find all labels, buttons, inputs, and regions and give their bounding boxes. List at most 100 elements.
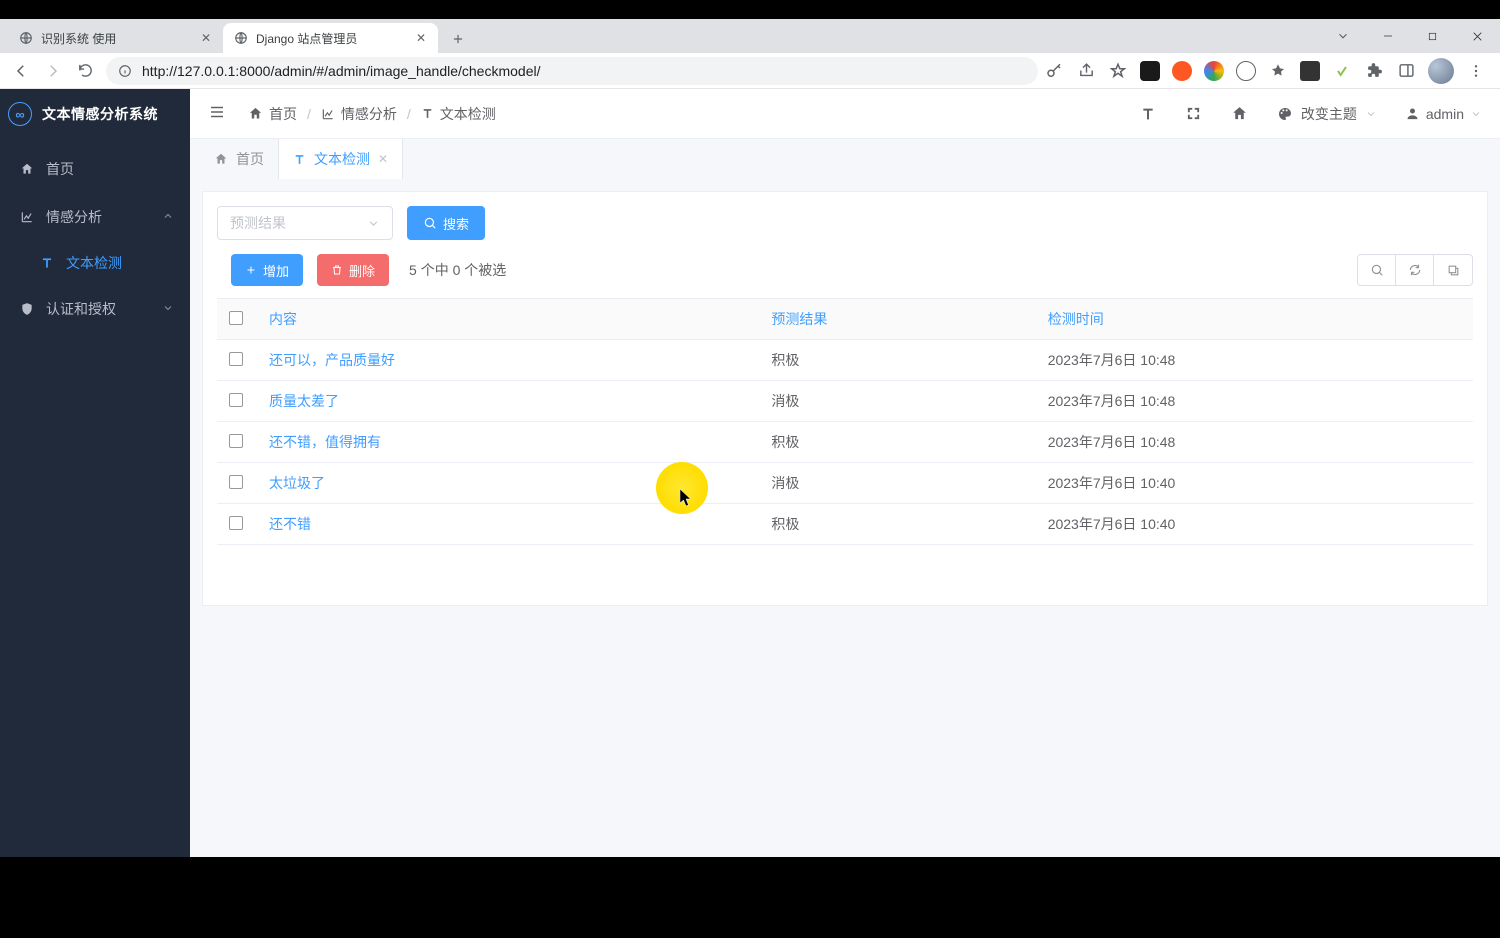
tab-search-button[interactable] xyxy=(1320,29,1365,43)
browser-tab-bar: 识别系统 使用 ✕ Django 站点管理员 ✕ xyxy=(0,19,1500,53)
chevron-down-icon xyxy=(162,301,174,317)
extension-icon-1[interactable] xyxy=(1140,61,1160,81)
globe-icon xyxy=(233,30,249,46)
row-content-link[interactable]: 还不错，值得拥有 xyxy=(257,422,759,463)
page-tab-home[interactable]: 首页 xyxy=(200,139,279,179)
browser-menu-icon[interactable] xyxy=(1466,61,1486,81)
chart-icon xyxy=(20,210,34,224)
table-row: 质量太差了消极2023年7月6日 10:48 xyxy=(217,381,1473,422)
row-checkbox[interactable] xyxy=(229,516,243,530)
home-button[interactable] xyxy=(1231,105,1249,122)
trash-icon xyxy=(331,264,343,276)
close-icon[interactable]: ✕ xyxy=(378,152,388,166)
extensions-menu-icon[interactable] xyxy=(1364,61,1384,81)
result-filter-select[interactable]: 预测结果 xyxy=(217,206,393,240)
row-time: 2023年7月6日 10:40 xyxy=(1036,504,1473,545)
extension-icon-6[interactable] xyxy=(1300,61,1320,81)
chevron-down-icon xyxy=(1365,108,1377,120)
row-time: 2023年7月6日 10:48 xyxy=(1036,381,1473,422)
row-result: 积极 xyxy=(759,504,1035,545)
sidebar-item-auth[interactable]: 认证和授权 xyxy=(0,285,190,333)
browser-tab-title-0: 识别系统 使用 xyxy=(41,30,192,47)
refresh-toolbar-button[interactable] xyxy=(1396,255,1434,285)
side-panel-icon[interactable] xyxy=(1396,61,1416,81)
app-logo: ∞ 文本情感分析系统 xyxy=(0,89,190,139)
row-checkbox[interactable] xyxy=(229,393,243,407)
chevron-down-icon xyxy=(1470,108,1482,120)
extension-icon-4[interactable] xyxy=(1236,61,1256,81)
forward-button[interactable] xyxy=(38,56,68,86)
delete-button[interactable]: 删除 xyxy=(317,254,389,286)
row-checkbox[interactable] xyxy=(229,434,243,448)
row-content-link[interactable]: 太垃圾了 xyxy=(257,463,759,504)
home-icon xyxy=(20,162,34,176)
extension-icon-5[interactable] xyxy=(1268,61,1288,81)
row-content-link[interactable]: 还不错 xyxy=(257,504,759,545)
search-icon xyxy=(423,216,437,230)
select-all-checkbox[interactable] xyxy=(229,311,243,325)
new-tab-button[interactable] xyxy=(444,25,472,53)
browser-tab-1[interactable]: Django 站点管理员 ✕ xyxy=(223,23,438,53)
sidebar-item-text-detect[interactable]: 文本检测 xyxy=(0,241,190,285)
url-input[interactable]: http://127.0.0.1:8000/admin/#/admin/imag… xyxy=(106,57,1038,85)
search-toolbar-button[interactable] xyxy=(1358,255,1396,285)
column-header-content[interactable]: 内容 xyxy=(269,311,297,327)
column-header-result[interactable]: 预测结果 xyxy=(771,311,827,327)
menu-toggle-button[interactable] xyxy=(208,103,228,124)
share-icon[interactable] xyxy=(1076,61,1096,81)
page-tabs: 首页 文本检测 ✕ xyxy=(190,139,1500,179)
globe-icon xyxy=(18,30,34,46)
row-content-link[interactable]: 质量太差了 xyxy=(257,381,759,422)
breadcrumb-home[interactable]: 首页 xyxy=(248,104,297,124)
key-icon[interactable] xyxy=(1044,61,1064,81)
logo-icon: ∞ xyxy=(8,102,32,126)
close-icon[interactable]: ✕ xyxy=(414,31,428,45)
sidebar: ∞ 文本情感分析系统 首页 情感分析 xyxy=(0,89,190,857)
font-icon xyxy=(421,107,434,120)
sidebar-item-analysis[interactable]: 情感分析 xyxy=(0,193,190,241)
page-tab-text-detect[interactable]: 文本检测 ✕ xyxy=(279,139,403,179)
plus-icon xyxy=(245,264,257,276)
results-table: 内容 预测结果 检测时间 还可以，产品质量好积极2023年7月6日 10:48质… xyxy=(217,298,1473,545)
extension-icon-3[interactable] xyxy=(1204,61,1224,81)
close-icon[interactable]: ✕ xyxy=(199,31,213,45)
sidebar-item-home[interactable]: 首页 xyxy=(0,145,190,193)
reload-button[interactable] xyxy=(70,56,100,86)
sidebar-label-home: 首页 xyxy=(46,159,74,179)
row-result: 消极 xyxy=(759,463,1035,504)
user-menu-button[interactable]: admin xyxy=(1405,106,1482,122)
row-result: 积极 xyxy=(759,422,1035,463)
sidebar-label-auth: 认证和授权 xyxy=(46,299,116,319)
chart-icon xyxy=(321,107,335,121)
sidebar-label-analysis: 情感分析 xyxy=(46,207,102,227)
row-checkbox[interactable] xyxy=(229,475,243,489)
minimize-button[interactable] xyxy=(1365,21,1410,51)
row-content-link[interactable]: 还可以，产品质量好 xyxy=(257,340,759,381)
fullscreen-button[interactable] xyxy=(1185,106,1203,121)
breadcrumb: 首页 / 情感分析 / 文本检测 xyxy=(248,104,496,124)
search-button[interactable]: 搜索 xyxy=(407,206,485,240)
browser-tab-0[interactable]: 识别系统 使用 ✕ xyxy=(8,23,223,53)
font-size-button[interactable] xyxy=(1139,106,1157,122)
column-header-time[interactable]: 检测时间 xyxy=(1048,311,1104,327)
table-row: 还不错积极2023年7月6日 10:40 xyxy=(217,504,1473,545)
profile-avatar[interactable] xyxy=(1428,58,1454,84)
extension-icon-7[interactable] xyxy=(1332,61,1352,81)
maximize-button[interactable] xyxy=(1410,21,1455,51)
add-button[interactable]: 增加 xyxy=(231,254,303,286)
table-row: 还可以，产品质量好积极2023年7月6日 10:48 xyxy=(217,340,1473,381)
back-button[interactable] xyxy=(6,56,36,86)
close-window-button[interactable] xyxy=(1455,21,1500,51)
breadcrumb-text-detect[interactable]: 文本检测 xyxy=(421,104,496,124)
star-icon[interactable] xyxy=(1108,61,1128,81)
theme-button[interactable]: 改变主题 xyxy=(1277,104,1377,124)
browser-tab-title-1: Django 站点管理员 xyxy=(256,30,407,47)
user-icon xyxy=(1405,106,1420,121)
row-checkbox[interactable] xyxy=(229,352,243,366)
address-bar: http://127.0.0.1:8000/admin/#/admin/imag… xyxy=(0,53,1500,89)
toolbar-row: 增加 删除 5 个中 0 个被选 xyxy=(203,254,1487,298)
shield-icon xyxy=(20,302,34,316)
export-toolbar-button[interactable] xyxy=(1434,255,1472,285)
extension-icon-2[interactable] xyxy=(1172,61,1192,81)
breadcrumb-analysis[interactable]: 情感分析 xyxy=(321,104,397,124)
